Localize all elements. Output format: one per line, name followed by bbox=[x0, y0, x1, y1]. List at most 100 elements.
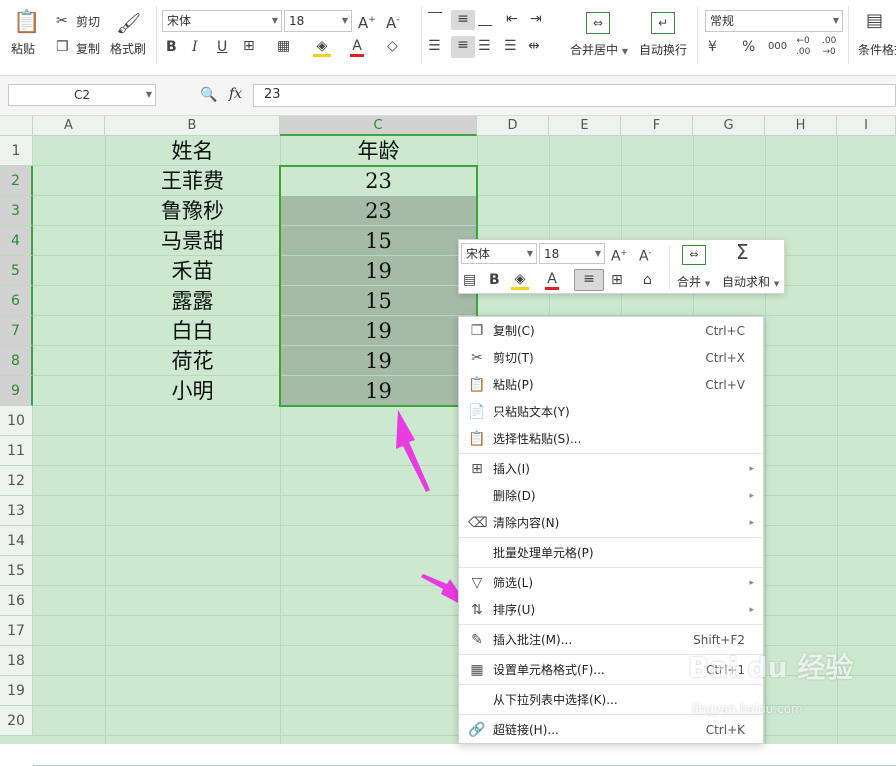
formula-input-value: 23 bbox=[264, 87, 281, 102]
context-menu-item[interactable]: 批量处理单元格(P) bbox=[459, 540, 763, 567]
cut-button[interactable]: 剪切 bbox=[76, 13, 100, 30]
mini-font-size-value: 18 bbox=[544, 247, 560, 261]
outdent-icon[interactable]: ⇤ bbox=[506, 10, 518, 28]
font-color-icon[interactable]: A bbox=[545, 270, 559, 290]
autosum-button[interactable]: 自动求和 ▼ bbox=[722, 273, 779, 290]
align-middle-icon[interactable]: ≡ bbox=[451, 10, 475, 30]
context-menu-item[interactable]: ⊞ 插入(I) ▸ bbox=[459, 456, 763, 483]
autosum-label: 自动求和 bbox=[722, 275, 771, 289]
context-menu-label: 选择性粘贴(S)... bbox=[493, 432, 582, 446]
chevron-right-icon: ▸ bbox=[749, 464, 754, 474]
format-cells-icon: ▦ bbox=[470, 662, 484, 678]
watermark: Bai du 经验 jingyan.baidu.com bbox=[688, 646, 888, 726]
context-menu-item[interactable]: 📋 选择性粘贴(S)... bbox=[459, 426, 763, 453]
scissors-icon: ✂ bbox=[471, 350, 483, 366]
align-left-icon[interactable]: ☰ bbox=[428, 37, 441, 55]
format-painter-button[interactable]: 格式刷 bbox=[110, 40, 146, 57]
increase-font-icon[interactable]: A+ bbox=[358, 11, 376, 32]
sort-az-icon: ⇅ bbox=[471, 602, 483, 618]
font-color-icon[interactable]: A bbox=[350, 37, 364, 57]
divider bbox=[848, 6, 849, 64]
paste-icon[interactable]: 📋 bbox=[13, 10, 40, 36]
context-menu-item[interactable]: ✂ 剪切(T) Ctrl+X bbox=[459, 345, 763, 372]
merge-center-button[interactable]: 合并居中 ▼ bbox=[570, 41, 628, 58]
currency-icon[interactable]: ¥ bbox=[708, 38, 717, 56]
percent-icon[interactable]: % bbox=[742, 38, 755, 56]
merge-center-icon[interactable]: ⇔ bbox=[586, 12, 610, 34]
sigma-icon[interactable]: Σ bbox=[736, 242, 749, 262]
zoom-formula-icon[interactable]: 🔍 bbox=[200, 86, 217, 104]
merge-icon[interactable]: ⇔ bbox=[682, 245, 706, 265]
context-menu-label: 剪切(T) bbox=[493, 351, 534, 365]
chevron-right-icon: ▸ bbox=[749, 518, 754, 528]
context-menu-label: 排序(U) bbox=[493, 603, 536, 617]
context-menu-shortcut: Ctrl+C bbox=[705, 324, 745, 338]
name-box[interactable]: C2 ▼ bbox=[8, 84, 156, 106]
context-menu-item[interactable]: ❐ 复制(C) Ctrl+C bbox=[459, 318, 763, 345]
format-painter-icon[interactable]: 🖌 bbox=[116, 10, 141, 36]
increase-decimal-icon[interactable]: ←0.00 bbox=[796, 36, 810, 58]
mini-font-name-select[interactable]: 宋体 ▼ bbox=[461, 243, 537, 264]
align-right-icon[interactable]: ☰ bbox=[478, 37, 491, 55]
distribute-icon[interactable]: ⇹ bbox=[528, 37, 540, 55]
context-menu-label: 删除(D) bbox=[493, 489, 536, 503]
formula-bar: C2 ▼ 🔍 fx 23 bbox=[0, 76, 896, 116]
cell-style-icon[interactable]: ▦ bbox=[277, 37, 290, 55]
paste-text-icon: 📄 bbox=[468, 404, 486, 420]
formula-input[interactable]: 23 bbox=[253, 84, 896, 107]
comment-icon: ✎ bbox=[471, 632, 483, 648]
divider bbox=[697, 6, 698, 64]
fx-icon[interactable]: fx bbox=[229, 86, 242, 102]
context-menu-shortcut: Ctrl+X bbox=[705, 351, 745, 365]
align-bottom-icon[interactable]: ⎽ bbox=[478, 10, 492, 28]
justify-icon[interactable]: ☰ bbox=[504, 37, 517, 55]
copy-icon[interactable]: ❐ bbox=[56, 38, 69, 56]
wrap-text-button[interactable]: 自动换行 bbox=[639, 41, 687, 58]
mini-font-size-select[interactable]: 18 ▼ bbox=[539, 243, 605, 264]
bold-icon[interactable]: B bbox=[166, 38, 177, 56]
align-center-icon[interactable]: ≡ bbox=[451, 36, 475, 58]
context-menu-item[interactable]: 📄 只粘贴文本(Y) bbox=[459, 399, 763, 426]
clear-format-icon[interactable]: ◇ bbox=[387, 37, 398, 55]
increase-font-icon[interactable]: A+ bbox=[611, 244, 627, 266]
font-size-select[interactable]: 18 ▼ bbox=[284, 10, 352, 32]
conditional-format-button[interactable]: 条件格式 bbox=[858, 41, 896, 58]
thousands-icon[interactable]: 000 bbox=[768, 38, 787, 56]
copy-button[interactable]: 复制 bbox=[76, 40, 100, 57]
italic-icon[interactable]: I bbox=[192, 38, 198, 56]
fill-color-icon[interactable]: ◈ bbox=[313, 37, 331, 57]
align-top-icon[interactable]: ⎺ bbox=[428, 10, 442, 28]
context-menu-separator bbox=[459, 537, 763, 538]
underline-icon[interactable]: U bbox=[217, 38, 227, 56]
decrease-font-icon[interactable]: A- bbox=[639, 244, 651, 266]
decrease-font-icon[interactable]: A- bbox=[386, 11, 400, 32]
context-menu-item[interactable]: 删除(D) ▸ bbox=[459, 483, 763, 510]
context-menu-item[interactable]: ⇅ 排序(U) ▸ bbox=[459, 597, 763, 624]
mini-merge-label: 合并 bbox=[677, 275, 702, 289]
fill-color-icon[interactable]: ◈ bbox=[511, 270, 529, 290]
font-name-select[interactable]: 宋体 ▼ bbox=[162, 10, 282, 32]
mini-merge-button[interactable]: 合并 ▼ bbox=[677, 273, 710, 290]
conditional-format-icon[interactable]: ▤ bbox=[866, 12, 883, 30]
context-menu-item[interactable]: 📋 粘贴(P) Ctrl+V bbox=[459, 372, 763, 399]
wrap-text-icon[interactable]: ↵ bbox=[651, 12, 675, 34]
border-icon[interactable]: ⊞ bbox=[243, 37, 255, 55]
scissors-icon[interactable]: ✂ bbox=[56, 12, 68, 30]
align-center-icon[interactable]: ≡ bbox=[574, 269, 604, 291]
chevron-right-icon: ▸ bbox=[749, 578, 754, 588]
clear-icon[interactable]: ⌂ bbox=[643, 271, 652, 289]
chevron-right-icon: ▸ bbox=[749, 491, 754, 501]
paste-special-icon: 📋 bbox=[468, 431, 486, 447]
border-icon[interactable]: ⊞ bbox=[611, 271, 623, 289]
paste-button[interactable]: 粘贴 bbox=[11, 40, 35, 57]
context-menu-item[interactable]: ⌫ 清除内容(N) ▸ bbox=[459, 510, 763, 537]
context-menu-label: 批量处理单元格(P) bbox=[493, 546, 594, 560]
decrease-decimal-icon[interactable]: .00 →0 bbox=[822, 36, 836, 58]
indent-icon[interactable]: ⇥ bbox=[530, 10, 542, 28]
number-format-select[interactable]: 常规 ▼ bbox=[705, 10, 843, 32]
context-menu-item[interactable]: ▽ 筛选(L) ▸ bbox=[459, 570, 763, 597]
watermark-url: jingyan.baidu.com bbox=[692, 702, 803, 716]
bold-icon[interactable]: B bbox=[489, 271, 500, 289]
chevron-right-icon: ▸ bbox=[749, 605, 754, 615]
format-painter-icon[interactable]: ▤ bbox=[463, 271, 476, 289]
